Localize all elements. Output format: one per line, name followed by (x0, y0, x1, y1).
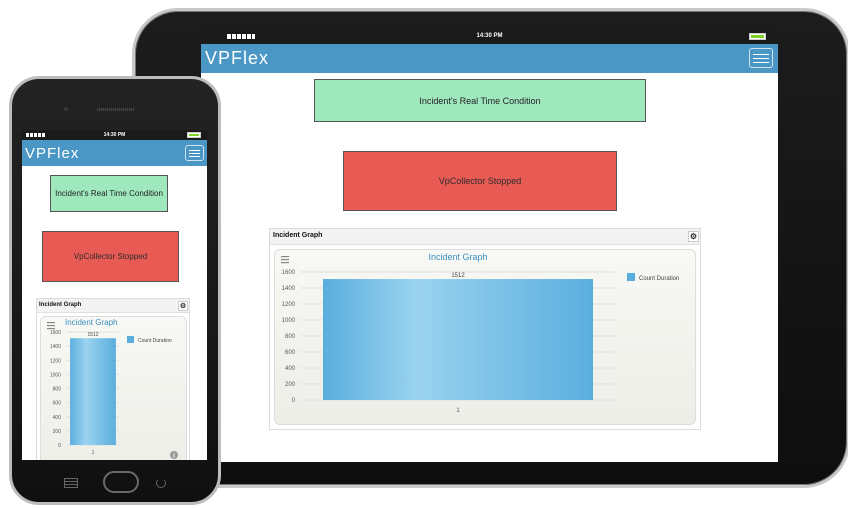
incident-chart: Incident Graph 0 200 400 600 800 1000 1200 1400 1… (47, 318, 178, 460)
legend-label: Count Duration (138, 338, 172, 344)
data-label: 1512 (87, 332, 98, 338)
app-header: VPFlex (22, 140, 207, 166)
y-tick-label: 400 (53, 415, 62, 421)
realtime-condition-button[interactable]: Incident's Real Time Condition (50, 175, 168, 212)
tablet-screen: 14:30 PM VPFlex Incident's Real Time Con… (201, 30, 778, 462)
app-brand[interactable]: VPFlex (205, 48, 269, 69)
status-time: 14:30 PM (103, 132, 126, 138)
battery-icon (749, 33, 766, 40)
x-tick-label: 1 (456, 408, 460, 414)
y-tick-label: 1600 (282, 270, 296, 276)
menu-button[interactable] (749, 48, 773, 68)
collector-status-box[interactable]: VpCollector Stopped (42, 231, 179, 282)
realtime-condition-label: Incident's Real Time Condition (419, 95, 541, 106)
y-tick-label: 1400 (50, 344, 61, 350)
collector-status-label: VpCollector Stopped (73, 252, 148, 261)
panel-title: Incident Graph (39, 302, 82, 308)
chart-title: Incident Graph (428, 252, 487, 262)
y-tick-label: 1200 (282, 302, 296, 308)
y-tick-label: 1000 (282, 318, 296, 324)
gear-icon: ⚙ (179, 303, 187, 310)
chart-menu-icon (47, 322, 55, 330)
panel-header: Incident Graph ⚙ (270, 229, 700, 245)
incident-chart: Incident Graph 0 200 400 600 800 1000 1200 1400 1… (281, 252, 679, 414)
info-icon: i (170, 451, 178, 460)
y-tick-label: 800 (53, 387, 62, 393)
y-tick-label: 600 (53, 401, 62, 407)
data-label: 1512 (451, 273, 465, 279)
realtime-condition-label: Incident's Real Time Condition (55, 189, 163, 198)
bar (322, 279, 594, 400)
panel-settings-button[interactable]: ⚙ (688, 231, 699, 242)
incident-graph-panel: Incident Graph ⚙ Incident Graph 0 200 400 60… (36, 298, 190, 460)
y-tick-label: 800 (285, 334, 296, 340)
y-tick-label: 400 (285, 366, 296, 372)
y-tick-label: 0 (292, 398, 296, 404)
y-tick-label: 1600 (50, 330, 61, 336)
menu-key-icon[interactable] (64, 478, 78, 488)
chart-container: Incident Graph 0 200 400 600 800 1000 1200 1400 1… (274, 249, 696, 425)
phone-status-bar: 14:30 PM (22, 130, 207, 140)
menu-button[interactable] (185, 145, 204, 161)
back-key-icon[interactable] (156, 478, 166, 488)
panel-header: Incident Graph ⚙ (37, 299, 189, 313)
phone-camera (64, 107, 68, 111)
incident-graph-panel: Incident Graph ⚙ Incident Graph 0 200 400 60… (269, 228, 701, 430)
chart-container: Incident Graph 0 200 400 600 800 1000 1200 1400 1… (40, 316, 187, 460)
battery-icon (187, 132, 201, 138)
chart-title: Incident Graph (65, 318, 117, 327)
y-tick-label: 1000 (50, 372, 61, 378)
status-time: 14:30 PM (476, 33, 503, 39)
y-tick-label: 0 (58, 443, 61, 449)
gear-icon: ⚙ (689, 232, 698, 241)
realtime-condition-button[interactable]: Incident's Real Time Condition (314, 79, 646, 122)
collector-status-label: VpCollector Stopped (438, 176, 522, 186)
y-tick-label: 200 (53, 429, 62, 435)
home-button-icon[interactable] (103, 471, 139, 493)
tablet-status-bar: 14:30 PM (201, 30, 778, 44)
panel-settings-button[interactable]: ⚙ (178, 301, 188, 311)
panel-title: Incident Graph (273, 232, 323, 239)
y-tick-label: 200 (285, 382, 296, 388)
y-tick-label: 600 (285, 350, 296, 356)
app-brand[interactable]: VPFlex (25, 145, 79, 162)
legend-swatch (627, 273, 635, 281)
bar (70, 338, 116, 445)
phone-speaker (97, 108, 135, 111)
phone-screen: 14:30 PM VPFlex Incident's Real Time Con… (22, 130, 207, 460)
y-tick-label: 1200 (50, 358, 61, 364)
chart-menu-icon (281, 256, 289, 264)
legend-label: Count Duration (639, 276, 679, 282)
legend-swatch (127, 336, 134, 343)
collector-status-box[interactable]: VpCollector Stopped (343, 151, 617, 211)
app-header: VPFlex (201, 44, 778, 73)
y-tick-label: 1400 (282, 286, 296, 292)
x-tick-label: 1 (92, 450, 95, 456)
